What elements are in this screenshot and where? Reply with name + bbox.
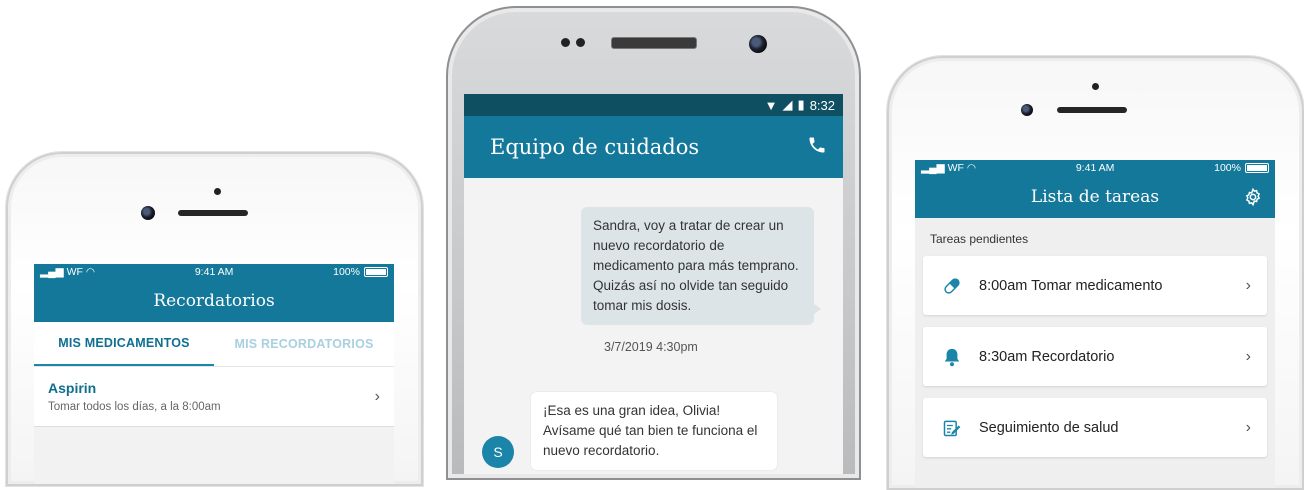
battery-indicator: 100% bbox=[333, 266, 388, 278]
power-button bbox=[860, 290, 861, 334]
status-bar: ▼ ◢ ▮ 8:32 bbox=[464, 94, 843, 116]
battery-icon bbox=[1244, 163, 1269, 174]
right-screen: ▂▄▆ WF ◠ 9:41 AM 100% Lista de tareas Ta… bbox=[915, 160, 1275, 488]
status-time: 9:41 AM bbox=[1075, 162, 1115, 174]
medication-info: Aspirin Tomar todos los días, a la 8:00a… bbox=[48, 380, 221, 413]
task-label: Seguimiento de salud bbox=[979, 419, 1119, 436]
left-screen: ▂▄▆ WF ◠ 9:41 AM 100% Recordatorios MIS … bbox=[34, 264, 394, 484]
chevron-right-icon: › bbox=[1245, 418, 1251, 436]
chevron-right-icon: › bbox=[374, 387, 380, 405]
phone-icon[interactable] bbox=[807, 135, 827, 160]
app-header: Recordatorios bbox=[34, 280, 394, 322]
wifi-icon: ◠ bbox=[85, 266, 96, 278]
proximity-sensor bbox=[1092, 83, 1099, 90]
task-item-reminder[interactable]: 8:30am Recordatorio › bbox=[923, 327, 1267, 386]
signal-indicator: ▂▄▆ WF ◠ bbox=[40, 266, 95, 278]
center-phone: ▼ ◢ ▮ 8:32 Equipo de cuidados Sandra, vo… bbox=[446, 6, 861, 480]
center-screen: ▼ ◢ ▮ 8:32 Equipo de cuidados Sandra, vo… bbox=[464, 94, 843, 474]
cell-signal-icon: ◢ bbox=[782, 97, 793, 112]
health-check-icon bbox=[939, 418, 965, 438]
battery-percent: 100% bbox=[1214, 162, 1241, 174]
sensor-dot bbox=[561, 38, 570, 47]
message-timestamp: 3/7/2019 4:30pm bbox=[604, 340, 698, 354]
page-title: Lista de tareas bbox=[1030, 187, 1160, 207]
chevron-right-icon: › bbox=[1245, 276, 1251, 294]
battery-icon bbox=[363, 267, 388, 278]
battery-percent: 100% bbox=[333, 266, 360, 278]
battery-icon: ▮ bbox=[797, 97, 805, 112]
medication-name: Aspirin bbox=[48, 380, 97, 396]
earpiece-speaker bbox=[1057, 107, 1127, 113]
left-phone: ▂▄▆ WF ◠ 9:41 AM 100% Recordatorios MIS … bbox=[6, 152, 423, 486]
outgoing-message: Sandra, voy a tratar de crear un nuevo r… bbox=[581, 207, 821, 325]
status-time: 9:41 AM bbox=[194, 266, 234, 278]
signal-indicator: ▂▄▆ WF ◠ bbox=[921, 162, 976, 174]
front-camera bbox=[1021, 104, 1033, 116]
tab-bar: MIS MEDICAMENTOS MIS RECORDATORIOS bbox=[34, 322, 394, 367]
bell-icon bbox=[939, 347, 965, 367]
battery-indicator: 100% bbox=[1214, 162, 1269, 174]
volume-button bbox=[446, 228, 447, 286]
wifi-icon: ◠ bbox=[966, 162, 977, 174]
page-title: Equipo de cuidados bbox=[490, 135, 700, 159]
app-header: Lista de tareas bbox=[915, 176, 1275, 218]
carrier-label: WF bbox=[947, 162, 964, 174]
cell-signal-icon: ▂▄▆ bbox=[40, 266, 64, 278]
chevron-right-icon: › bbox=[1245, 347, 1251, 365]
pill-icon bbox=[939, 275, 965, 297]
medication-list-item[interactable]: Aspirin Tomar todos los días, a la 8:00a… bbox=[34, 367, 394, 427]
status-bar: ▂▄▆ WF ◠ 9:41 AM 100% bbox=[34, 264, 394, 280]
avatar[interactable]: S bbox=[482, 436, 514, 468]
tab-my-medications[interactable]: MIS MEDICAMENTOS bbox=[34, 322, 214, 366]
task-label: 8:00am Tomar medicamento bbox=[979, 277, 1163, 294]
front-camera bbox=[749, 35, 767, 53]
status-bar: ▂▄▆ WF ◠ 9:41 AM 100% bbox=[915, 160, 1275, 176]
wifi-icon: ▼ bbox=[764, 97, 778, 113]
earpiece-speaker bbox=[178, 210, 248, 216]
incoming-message: ¡Esa es una gran idea, Olivia! Avísame q… bbox=[531, 392, 777, 470]
page-title: Recordatorios bbox=[153, 291, 275, 311]
task-item-health-followup[interactable]: Seguimiento de salud › bbox=[923, 398, 1267, 457]
front-camera bbox=[141, 206, 155, 220]
task-label: 8:30am Recordatorio bbox=[979, 348, 1115, 365]
section-label: Tareas pendientes bbox=[930, 232, 1029, 246]
cell-signal-icon: ▂▄▆ bbox=[921, 162, 945, 174]
earpiece-speaker bbox=[611, 37, 697, 49]
right-phone: ▂▄▆ WF ◠ 9:41 AM 100% Lista de tareas Ta… bbox=[887, 56, 1304, 490]
sensor-dot bbox=[576, 38, 585, 47]
app-header: Equipo de cuidados bbox=[464, 116, 843, 178]
medication-schedule: Tomar todos los días, a la 8:00am bbox=[48, 401, 221, 413]
proximity-sensor bbox=[214, 188, 221, 195]
gear-icon[interactable] bbox=[1243, 187, 1263, 212]
task-item-take-medication[interactable]: 8:00am Tomar medicamento › bbox=[923, 256, 1267, 315]
status-time: 8:32 bbox=[809, 97, 835, 113]
tab-my-reminders[interactable]: MIS RECORDATORIOS bbox=[214, 322, 394, 366]
volume-button bbox=[446, 146, 447, 204]
carrier-label: WF bbox=[66, 266, 83, 278]
volume-button bbox=[6, 234, 7, 264]
